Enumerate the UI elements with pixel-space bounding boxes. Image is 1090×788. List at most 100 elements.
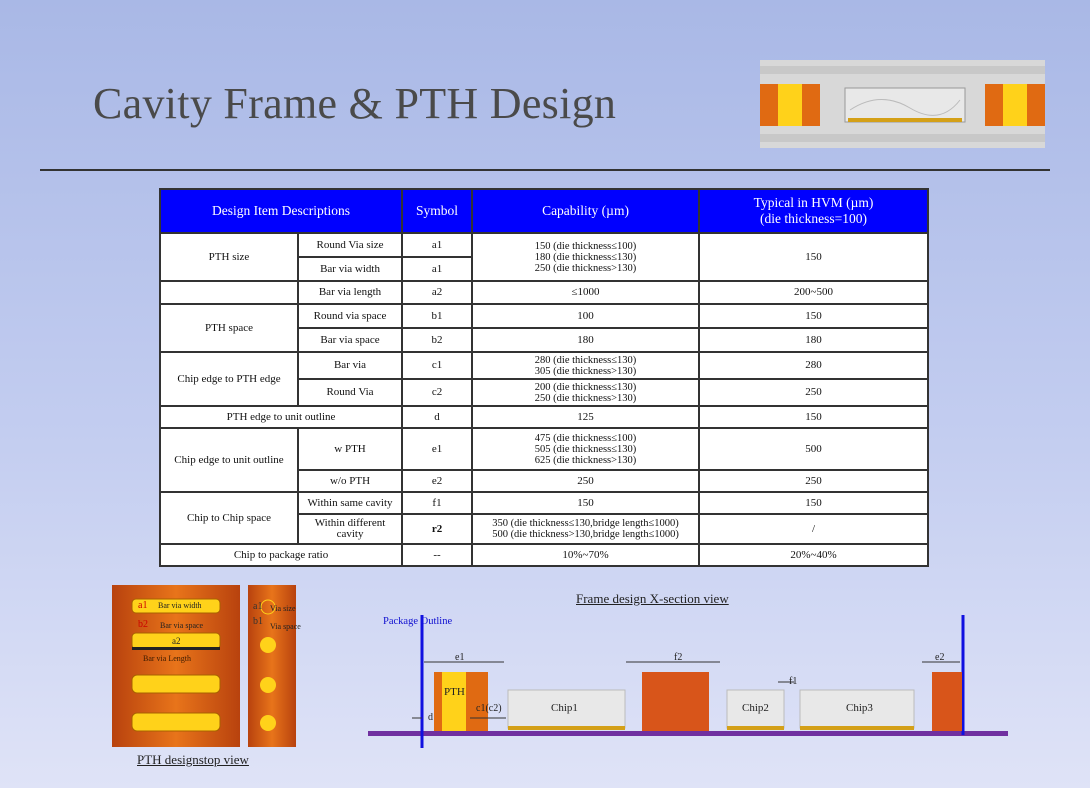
cap-line: 150 (die thickness≤100) bbox=[534, 240, 637, 252]
table-row: PTH size Round Via size a1 150 (die thic… bbox=[159, 232, 930, 282]
cell-bar-via-space: Bar via space bbox=[296, 327, 404, 353]
label-a1: a1 bbox=[138, 600, 148, 611]
table-row: Chip edge to PTH edge Bar via c1 280 (di… bbox=[159, 351, 930, 407]
cell-symbol-r2: r2 bbox=[401, 513, 474, 545]
cell-pth-space: PTH space bbox=[159, 303, 299, 353]
cell-cap-f1: 150 bbox=[471, 491, 701, 515]
cell-hvm-pth: 150 bbox=[698, 232, 930, 282]
cap-line: 280 (die thickness≤130) bbox=[534, 354, 637, 366]
label-pth: PTH bbox=[444, 686, 465, 698]
cell-within-diff: Within different cavity bbox=[296, 513, 404, 545]
table-header-row: Design Item Descriptions Symbol Capabili… bbox=[158, 188, 930, 234]
label-f2: f2 bbox=[674, 652, 683, 663]
header-design-item: Design Item Descriptions bbox=[158, 188, 404, 234]
label-b1-round: b1 bbox=[253, 616, 263, 627]
cell-cap-a2: ≤1000 bbox=[471, 280, 701, 305]
header-typical-hvm-line1: Typical in HVM (µm) bbox=[753, 195, 874, 210]
label-bar-via-width: Bar via width bbox=[158, 601, 202, 610]
cell-symbol-a2: a2 bbox=[401, 280, 474, 305]
cell-chip-edge-unit: Chip edge to unit outline bbox=[159, 427, 299, 493]
title-divider bbox=[40, 169, 1050, 171]
label-a2: a2 bbox=[172, 636, 181, 646]
cap-line: 475 (die thickness≤100) bbox=[534, 432, 637, 444]
cell-round-via-size: Round Via size bbox=[296, 232, 404, 258]
cap-line: 500 (die thickness>130,bridge length≤100… bbox=[492, 529, 679, 540]
cell-cap-c2: 200 (die thickness≤130) 250 (die thicknes… bbox=[471, 378, 701, 407]
cell-hvm-e2: 250 bbox=[698, 469, 930, 493]
cap-line: 305 (die thickness>130) bbox=[534, 365, 637, 377]
cell-cap-b2: 180 bbox=[471, 327, 701, 353]
cell-symbol-e1: e1 bbox=[401, 427, 474, 471]
cell-symbol-a1: a1 bbox=[401, 232, 474, 258]
cell-chip-pkg: Chip to package ratio bbox=[158, 543, 404, 567]
cell-wo-pth: w/o PTH bbox=[296, 469, 404, 493]
table-row: Chip to Chip space Within same cavity f1… bbox=[159, 491, 930, 545]
xsection-diagram bbox=[368, 615, 1008, 748]
cap-line: 200 (die thickness≤130) bbox=[534, 381, 637, 393]
cavity-frame-illustration bbox=[760, 60, 1045, 148]
cap-line: 625 (die thickness>130) bbox=[534, 454, 637, 466]
label-chip2: Chip2 bbox=[742, 702, 769, 714]
label-bar-via-space: Bar via space bbox=[160, 621, 204, 630]
cell-pth-size-cont bbox=[159, 280, 299, 305]
cell-symbol-c2: c2 bbox=[401, 378, 474, 407]
cell-chip-edge-pth: Chip edge to PTH edge bbox=[159, 351, 299, 407]
cell-pth-size: PTH size bbox=[159, 232, 299, 282]
cell-chip-chip: Chip to Chip space bbox=[159, 491, 299, 545]
cell-symbol-dash: -- bbox=[401, 543, 474, 567]
cell-hvm-r2: / bbox=[698, 513, 930, 545]
label-chip1: Chip1 bbox=[551, 702, 578, 714]
page-title: Cavity Frame & PTH Design bbox=[93, 79, 617, 128]
cell-bar-via: Bar via bbox=[296, 351, 404, 380]
header-typical-hvm: Typical in HVM (µm) (die thickness=100) bbox=[698, 188, 930, 234]
cell-hvm-d: 150 bbox=[698, 405, 930, 429]
label-chip3: Chip3 bbox=[846, 702, 873, 714]
label-c1c2: c1(c2) bbox=[476, 703, 502, 714]
cell-round-via: Round Via bbox=[296, 378, 404, 407]
cell-round-via-space: Round via space bbox=[296, 303, 404, 329]
caption-pth-top-view: PTH designstop view bbox=[137, 752, 249, 767]
cap-line: 250 (die thickness>130) bbox=[534, 392, 637, 404]
cell-hvm-b1: 150 bbox=[698, 303, 930, 329]
cell-cap-c1: 280 (die thickness≤130) 305 (die thicknes… bbox=[471, 351, 701, 380]
cap-line: 250 (die thickness>130) bbox=[534, 262, 637, 274]
label-via-size: Via size bbox=[270, 604, 296, 613]
cell-cap-pth: 150 (die thickness≤100) 180 (die thicknes… bbox=[471, 232, 701, 282]
label-via-space: Via space bbox=[270, 622, 301, 631]
label-bar-via-length: Bar via Length bbox=[143, 654, 191, 663]
design-spec-table: Design Item Descriptions Symbol Capabili… bbox=[158, 188, 930, 567]
cell-symbol-e2: e2 bbox=[401, 469, 474, 493]
cell-hvm-f1: 150 bbox=[698, 491, 930, 515]
cell-hvm-b2: 180 bbox=[698, 327, 930, 353]
label-e1: e1 bbox=[455, 652, 465, 663]
cell-symbol-b1: b1 bbox=[401, 303, 474, 329]
cell-hvm-e1: 500 bbox=[698, 427, 930, 471]
cell-hvm-c1: 280 bbox=[698, 351, 930, 380]
cell-within-same: Within same cavity bbox=[296, 491, 404, 515]
cell-hvm-a2: 200~500 bbox=[698, 280, 930, 305]
label-b2: b2 bbox=[138, 619, 148, 630]
header-symbol: Symbol bbox=[401, 188, 474, 234]
label-d: d bbox=[428, 712, 433, 723]
table-row: PTH edge to unit outline d 125 150 bbox=[158, 405, 930, 429]
cell-cap-d: 125 bbox=[471, 405, 701, 429]
cell-hvm-ratio: 20%~40% bbox=[698, 543, 930, 567]
table-row: Chip to package ratio -- 10%~70% 20%~40% bbox=[158, 543, 930, 567]
cell-cap-r2: 350 (die thickness≤130,bridge length≤100… bbox=[471, 513, 701, 545]
cell-cap-e1: 475 (die thickness≤100) 505 (die thicknes… bbox=[471, 427, 701, 471]
cell-symbol-f1: f1 bbox=[401, 491, 474, 515]
table-row: Bar via length a2 ≤1000 200~500 bbox=[159, 280, 930, 305]
cell-symbol-b2: b2 bbox=[401, 327, 474, 353]
cell-symbol-a1: a1 bbox=[401, 256, 474, 282]
cell-symbol-c1: c1 bbox=[401, 351, 474, 380]
cell-cap-b1: 100 bbox=[471, 303, 701, 329]
label-a1-round: a1 bbox=[253, 601, 263, 612]
cell-cap-ratio: 10%~70% bbox=[471, 543, 701, 567]
cell-symbol-d: d bbox=[401, 405, 474, 429]
table-row: PTH space Round via space b1 100 150 bbox=[159, 303, 930, 353]
header-typical-hvm-line2: (die thickness=100) bbox=[760, 211, 867, 226]
table-row: Chip edge to unit outline w PTH e1 475 (… bbox=[159, 427, 930, 493]
cap-line: 180 (die thickness≤130) bbox=[534, 251, 637, 263]
cell-hvm-c2: 250 bbox=[698, 378, 930, 407]
cap-line: 505 (die thickness≤130) bbox=[534, 443, 637, 455]
